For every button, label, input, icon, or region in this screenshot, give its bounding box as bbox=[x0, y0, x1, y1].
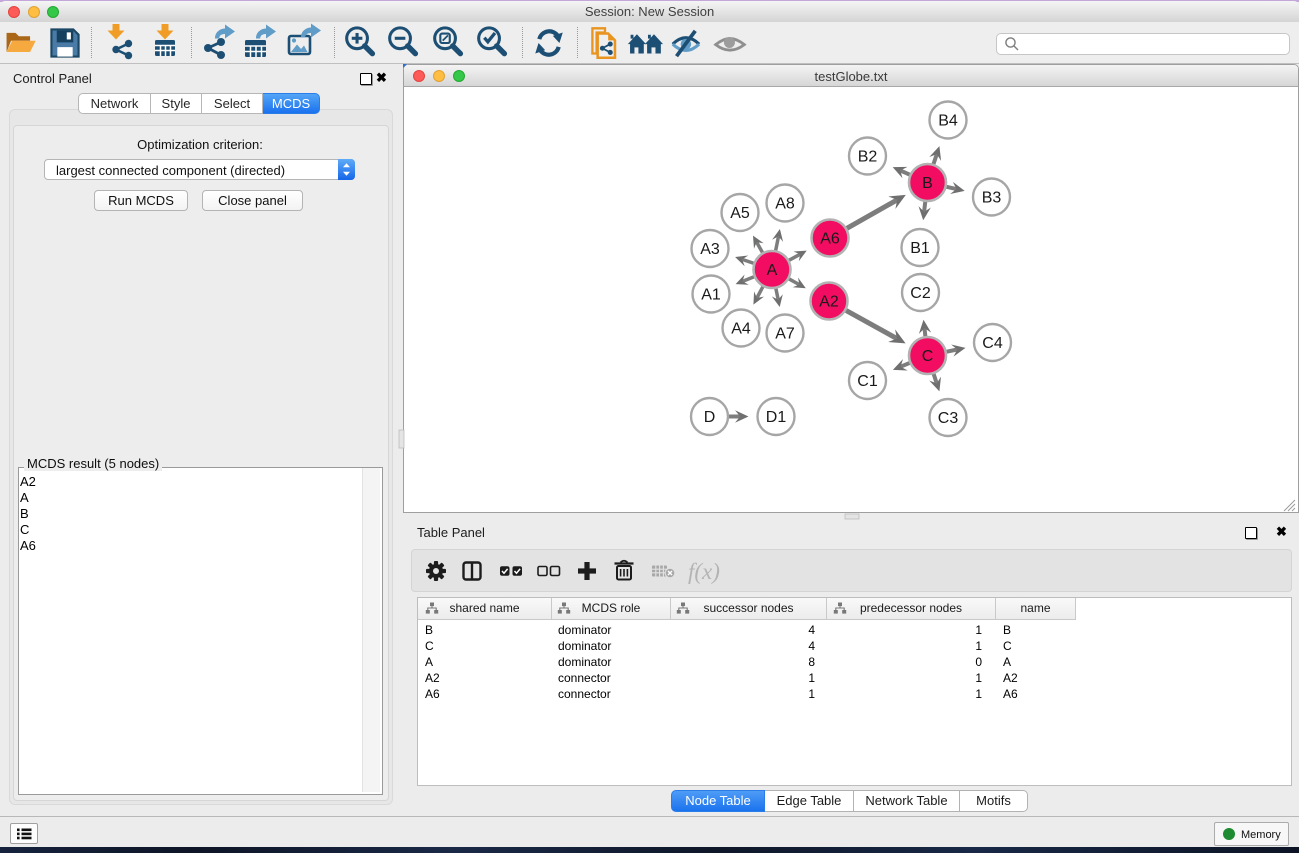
svg-text:B2: B2 bbox=[858, 149, 878, 166]
svg-text:A6: A6 bbox=[820, 231, 840, 248]
svg-text:A4: A4 bbox=[731, 321, 751, 338]
svg-text:A5: A5 bbox=[730, 205, 750, 222]
svg-text:A: A bbox=[767, 262, 778, 279]
svg-text:A2: A2 bbox=[819, 294, 839, 311]
svg-text:C3: C3 bbox=[938, 410, 959, 427]
svg-text:A8: A8 bbox=[775, 196, 795, 213]
svg-text:B1: B1 bbox=[910, 240, 930, 257]
svg-text:B3: B3 bbox=[982, 190, 1002, 207]
svg-text:A7: A7 bbox=[775, 326, 795, 343]
svg-text:C1: C1 bbox=[857, 373, 878, 390]
svg-text:f(x): f(x) bbox=[688, 559, 720, 584]
svg-text:A3: A3 bbox=[700, 241, 720, 258]
svg-text:C2: C2 bbox=[910, 285, 931, 302]
svg-text:B: B bbox=[922, 175, 933, 192]
svg-text:D1: D1 bbox=[766, 409, 787, 426]
svg-text:B4: B4 bbox=[938, 113, 958, 130]
svg-text:C4: C4 bbox=[982, 335, 1003, 352]
svg-text:Memory: Memory bbox=[1241, 829, 1281, 841]
svg-text:A1: A1 bbox=[701, 287, 721, 304]
svg-text:D: D bbox=[704, 409, 716, 426]
svg-text:C: C bbox=[922, 348, 934, 365]
